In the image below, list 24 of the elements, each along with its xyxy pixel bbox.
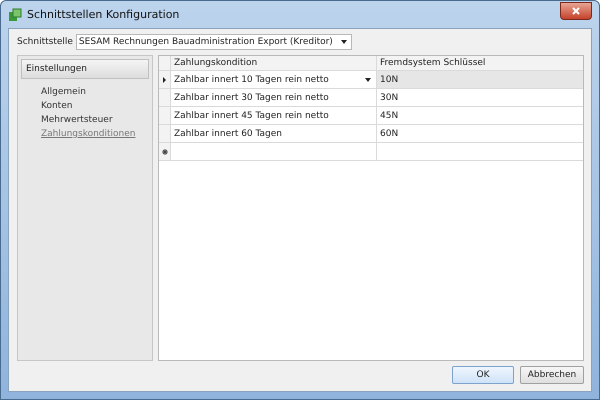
table-cell: 45N bbox=[380, 110, 398, 120]
table-row[interactable]: Zahlbar innert 30 Tagen rein netto 30N bbox=[159, 89, 583, 107]
dialog-button[interactable]: OK bbox=[452, 366, 514, 384]
table-cell[interactable]: Zahlbar innert 10 Tagen rein netto bbox=[174, 74, 376, 84]
table-row[interactable]: Zahlbar innert 10 Tagen rein netto 10N bbox=[159, 71, 583, 89]
window-title: Schnittstellen Konfiguration bbox=[27, 8, 180, 21]
sidebar-item[interactable]: Allgemein bbox=[41, 87, 86, 97]
column-header[interactable]: Zahlungskondition bbox=[171, 56, 377, 70]
table-cell: Zahlbar innert 45 Tagen rein netto bbox=[174, 110, 329, 120]
sidebar-item[interactable]: Mehrwertsteuer bbox=[41, 115, 113, 125]
sidebar-item[interactable]: Konten bbox=[41, 101, 72, 111]
table-cell: 10N bbox=[380, 74, 398, 84]
table-row[interactable]: Zahlbar innert 60 Tagen 60N bbox=[159, 125, 583, 143]
sidebar-group-header[interactable]: Einstellungen bbox=[21, 59, 149, 79]
interface-dropdown[interactable]: SESAM Rechnungen Bauadministration Export (Kreditor) bbox=[76, 34, 352, 50]
sidebar-item[interactable]: Zahlungskonditionen bbox=[41, 129, 136, 139]
interface-label: Schnittstelle bbox=[17, 36, 73, 46]
table-cell: Zahlbar innert 30 Tagen rein netto bbox=[174, 92, 329, 102]
table-cell: Zahlbar innert 60 Tagen bbox=[174, 128, 282, 138]
table-cell: 60N bbox=[380, 128, 398, 138]
column-header[interactable]: Fremdsystem Schlüssel bbox=[377, 56, 583, 70]
table-cell: 30N bbox=[380, 92, 398, 102]
dialog-button[interactable]: Abbrechen bbox=[520, 366, 584, 384]
table-row[interactable]: Zahlbar innert 45 Tagen rein netto 45N bbox=[159, 107, 583, 125]
